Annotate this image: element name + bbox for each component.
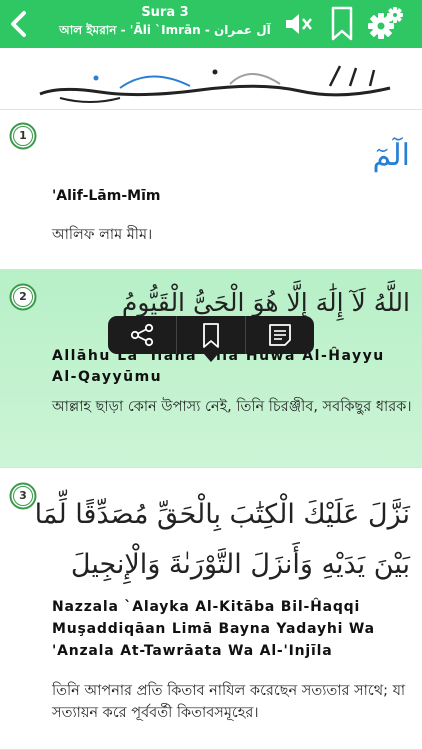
bookmark-button[interactable] [330, 6, 354, 46]
bismillah-calligraphy [39, 65, 391, 103]
verse-arabic: الٓمٓ [372, 138, 410, 173]
back-button[interactable] [4, 6, 36, 42]
settings-gear-icon [368, 7, 403, 39]
top-bar: Sura 3 আল ইমরান - 'Āli `Imrān - آل عمران [0, 0, 422, 48]
verse-row[interactable]: 3 نَزَّلَ عَلَيْكَ الْكِتَٰبَ بِالْحَقِّ… [0, 468, 422, 750]
verse-arabic: نَزَّلَ عَلَيْكَ الْكِتَٰبَ بِالْحَقِّ م… [34, 499, 410, 580]
verse-translation: তিনি আপনার প্রতি কিতাব নাযিল করেছেন সত্য… [52, 683, 406, 721]
popup-arrow [204, 354, 218, 362]
speaker-muted-icon [286, 14, 312, 34]
note-button[interactable] [246, 316, 314, 354]
verse-translation: আলিফ লাম মীম। [52, 227, 153, 243]
note-icon [269, 324, 291, 346]
bismillah-banner [0, 48, 422, 110]
bookmark-verse-button[interactable] [177, 316, 245, 354]
verse-arabic: اللَّهُ لَآ إِلَٰهَ إِلَّا هُوَ الْحَىُّ… [121, 288, 410, 317]
verse-row[interactable]: 1 الٓمٓ 'Alif-Lām-Mīm আলিফ লাম মীম। [0, 110, 422, 270]
verse-number-badge: 2 [9, 283, 37, 311]
share-icon [130, 323, 154, 347]
verse-transliteration: Nazzala `Alayka Al-Kitāba Bil-Ĥaqqi Muşa… [52, 599, 375, 659]
verse-number-badge: 1 [9, 122, 37, 150]
verse-translation: আল্লাহ ছাড়া কোন উপাস্য নেই, তিনি চিরঞ্জ… [52, 399, 412, 415]
sound-button[interactable] [282, 8, 314, 44]
sura-subtitle: আল ইমরান - 'Āli `Imrān - آل عمران [59, 23, 271, 37]
verse-transliteration: 'Alif-Lām-Mīm [52, 188, 161, 204]
header-titles: Sura 3 আল ইমরান - 'Āli `Imrān - آل عمران [40, 4, 290, 39]
share-button[interactable] [108, 316, 176, 354]
back-chevron-icon [11, 11, 26, 37]
bookmark-icon [331, 6, 353, 41]
verse-action-popup [108, 316, 314, 362]
settings-button[interactable] [366, 5, 404, 47]
bookmark-icon [203, 323, 219, 348]
verse-row-selected[interactable]: 2 اللَّهُ لَآ إِلَٰهَ إِلَّا هُوَ الْحَى… [0, 270, 422, 468]
sura-title: Sura 3 [141, 5, 189, 20]
